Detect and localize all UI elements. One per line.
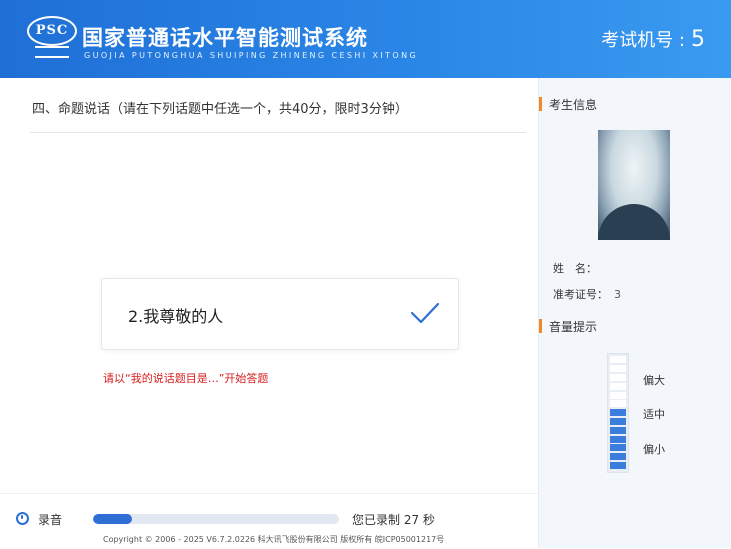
candidate-info-title: 考生信息 (549, 98, 598, 112)
app-title: 国家普通话水平智能测试系统 (82, 26, 368, 50)
answer-hint: 请以“我的说话题目是…”开始答题 (103, 372, 269, 385)
record-icon (16, 512, 29, 525)
volume-title: 音量提示 (549, 320, 598, 334)
recording-progress-fill (93, 514, 133, 524)
seat-number-display: 考试机号 : 5 (601, 26, 705, 52)
psc-logo: PSC (27, 16, 77, 58)
volume-level-high: 偏大 (643, 374, 665, 387)
section-accent-bar (539, 319, 542, 333)
volume-segment (610, 400, 626, 408)
volume-segment (610, 374, 626, 381)
name-label: 姓 名： (553, 262, 597, 275)
record-status: 您已录制 27 秒 (352, 513, 435, 527)
candidate-name-row: 姓 名： (553, 260, 603, 276)
logo-text: PSC (27, 16, 77, 46)
seat-label: 考试机号 : (601, 30, 685, 51)
recording-footer: 录音 您已录制 27 秒 Copyright © 2006 - 2025 V6.… (0, 493, 538, 549)
question-title: 四、命题说话（请在下列话题中任选一个，共40分，限时3分钟） (32, 102, 408, 117)
id-label: 准考证号： (553, 288, 608, 301)
volume-segment (610, 382, 626, 390)
volume-segment (610, 435, 626, 443)
volume-segment (610, 444, 626, 452)
volume-segment (610, 356, 626, 364)
volume-level-mid: 适中 (643, 408, 665, 421)
volume-segment (610, 365, 626, 373)
question-panel: 四、命题说话（请在下列话题中任选一个，共40分，限时3分钟） 2.我尊敬的人 请… (0, 78, 538, 493)
volume-segment (610, 453, 626, 461)
app-subtitle: GUOJIA PUTONGHUA SHUIPING ZHINENG CESHI … (84, 51, 419, 60)
candidate-photo (598, 130, 670, 240)
volume-segment (610, 462, 626, 469)
topic-label: 2.我尊敬的人 (128, 307, 224, 326)
volume-segment (610, 391, 626, 399)
title-divider (30, 132, 526, 133)
record-label: 录音 (38, 513, 63, 527)
candidate-sidebar: 考生信息 姓 名： 准考证号： 3 音量提示 偏大 适中 偏小 (538, 78, 731, 548)
volume-meter (607, 353, 629, 473)
photo-silhouette (598, 204, 670, 240)
candidate-id-row: 准考证号： 3 (553, 286, 621, 302)
logo-lines (35, 46, 69, 58)
volume-segment (610, 409, 626, 417)
app-header: PSC 国家普通话水平智能测试系统 GUOJIA PUTONGHUA SHUIP… (0, 0, 731, 78)
volume-segment (610, 418, 626, 425)
volume-segment (610, 426, 626, 434)
volume-level-low: 偏小 (643, 443, 665, 456)
seat-number: 5 (691, 27, 705, 52)
id-value: 3 (614, 288, 621, 301)
check-icon (410, 302, 440, 324)
copyright-text: Copyright © 2006 - 2025 V6.7.2.0226 科大讯飞… (103, 535, 445, 544)
section-accent-bar (539, 97, 542, 111)
recording-progress-bar (93, 514, 339, 524)
topic-option-card[interactable]: 2.我尊敬的人 (101, 278, 459, 350)
